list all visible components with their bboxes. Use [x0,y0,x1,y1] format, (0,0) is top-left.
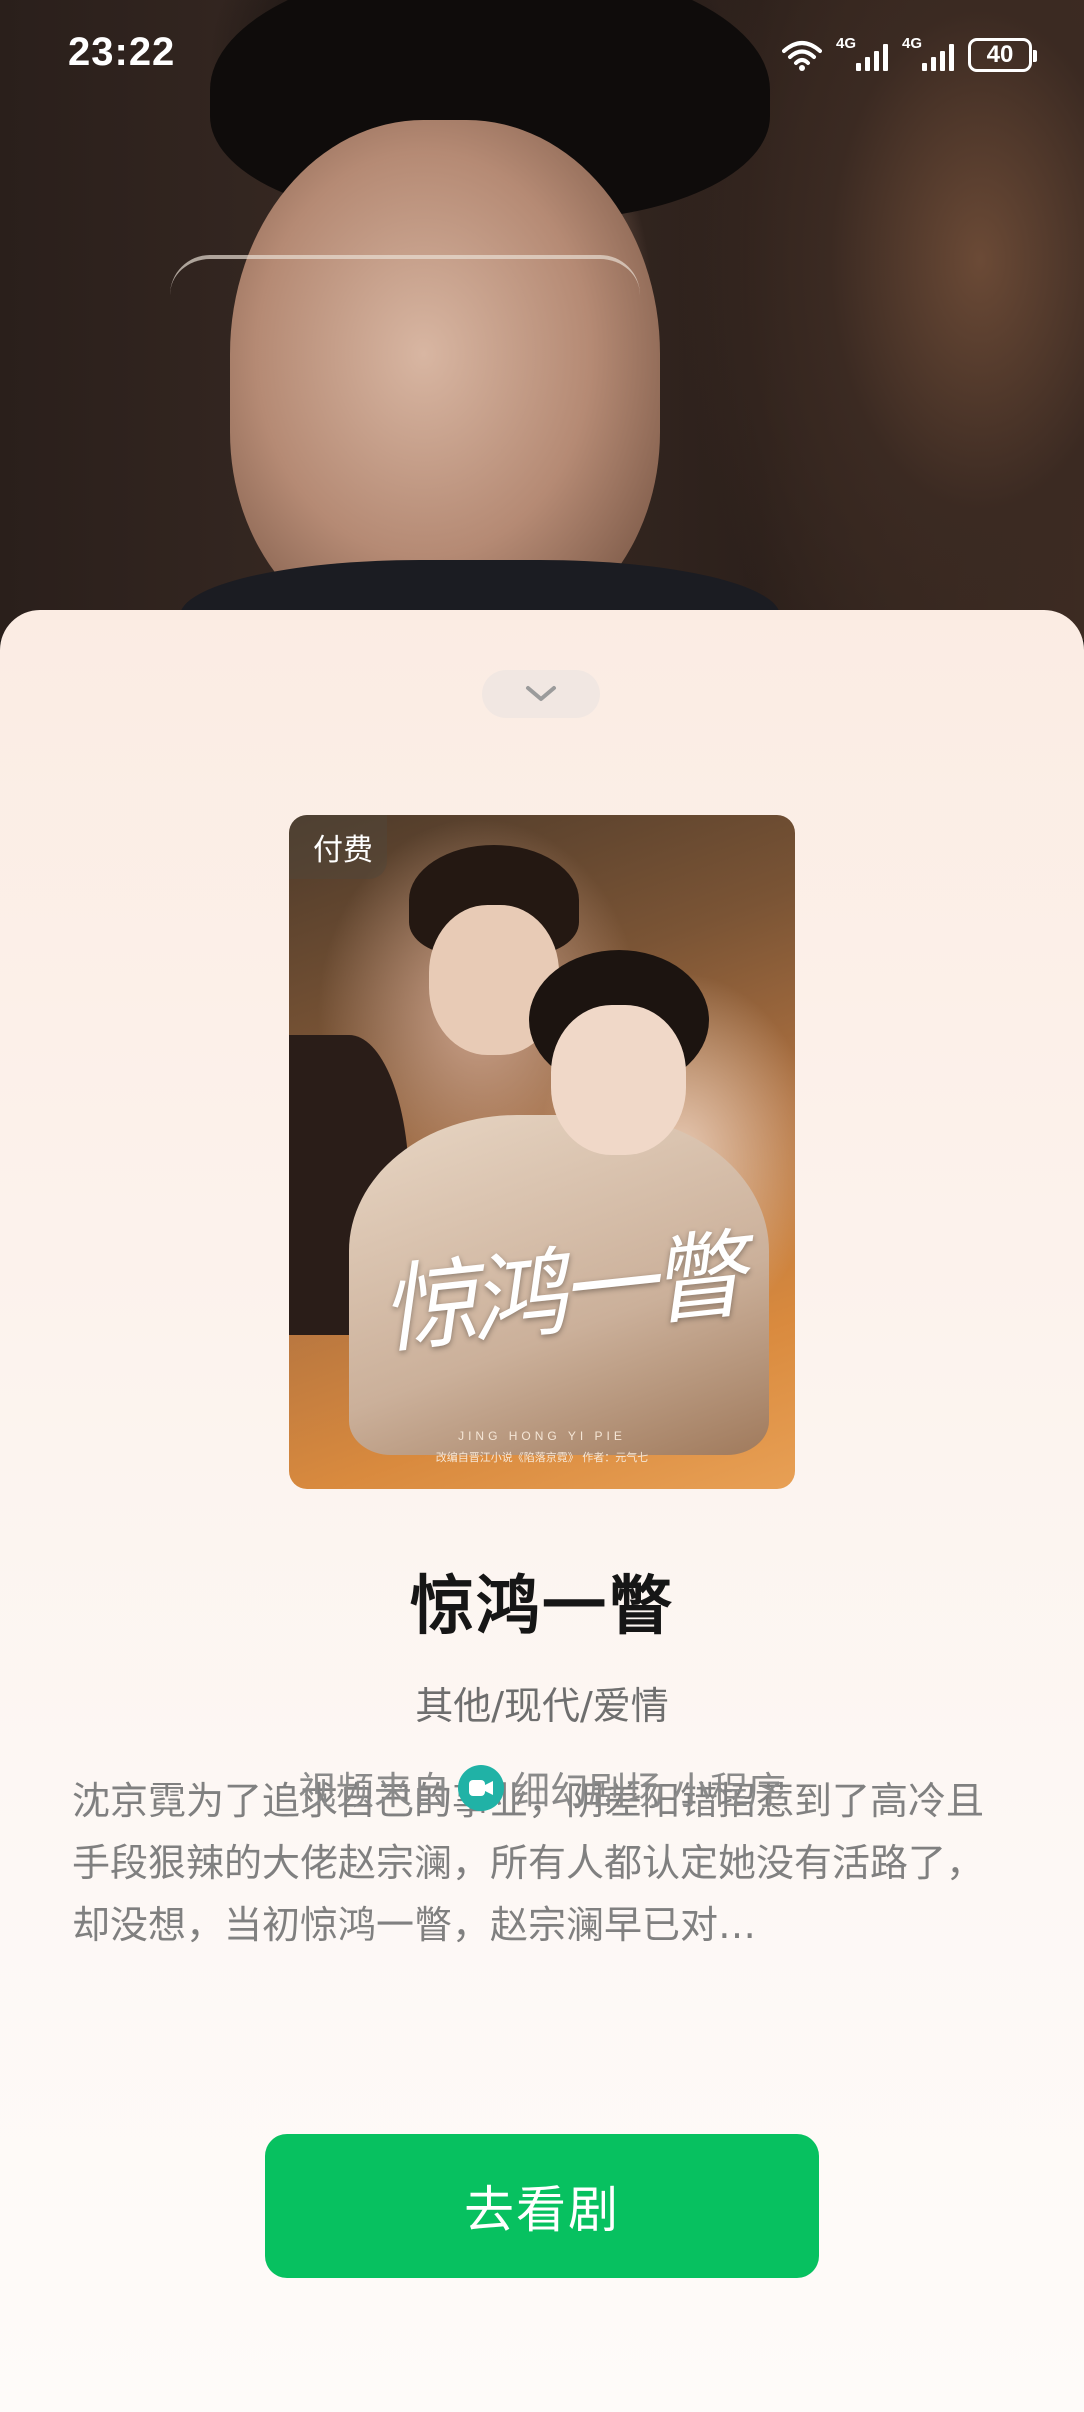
status-icons: 4G 4G 40 [782,34,1037,76]
wifi-icon [782,41,822,71]
status-time: 23:22 [68,30,176,74]
drama-info-sheet: 惊鸿一瞥 JING HONG YI PIE 改编自晋江小说《陷落京霓》 作者：元… [0,610,1084,2412]
status-bar: 23:22 4G 4G 40 [0,0,1084,110]
watch-drama-button[interactable]: 去看剧 [265,2134,819,2278]
screen: 23:22 4G 4G 40 惊鸿一瞥 JING HONG YI PIE 改编自… [0,0,1084,2412]
network-type-1: 4G [836,35,857,52]
collapse-button[interactable] [482,670,600,718]
source-prefix: 视频来自 [297,1769,450,1813]
drama-poster[interactable]: 惊鸿一瞥 JING HONG YI PIE 改编自晋江小说《陷落京霓》 作者：元… [289,815,795,1489]
mini-program-icon [457,1764,504,1811]
source-suffix: 小程序 [672,1769,787,1813]
video-source[interactable]: 视频来自 细幻剧场 小程序 [0,1760,1084,1815]
poster-credit: 改编自晋江小说《陷落京霓》 作者：元气七 [435,1451,649,1464]
signal-2-icon: 4G [902,35,954,71]
paid-badge: 付费 [289,815,387,879]
drama-genre: 其他/现代/爱情 [415,1684,669,1728]
network-type-2: 4G [902,35,923,52]
battery-icon: 40 [968,38,1037,72]
battery-level: 40 [986,41,1014,68]
drama-title: 惊鸿一瞥 [410,1570,674,1644]
chevron-down-icon [526,686,556,701]
source-name: 细幻剧场 [511,1769,664,1813]
signal-1-icon: 4G [836,35,888,71]
poster-pinyin: JING HONG YI PIE [458,1429,626,1443]
